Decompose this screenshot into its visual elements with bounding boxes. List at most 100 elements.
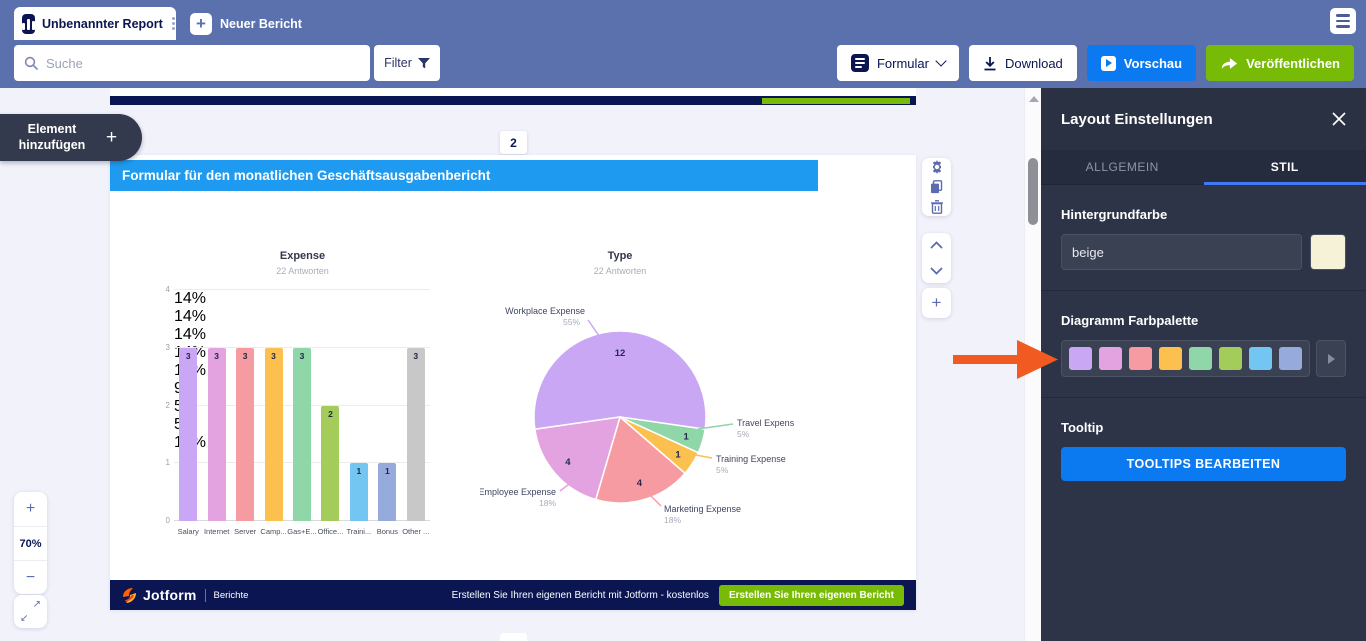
scroll-up-arrow-icon[interactable] bbox=[1029, 96, 1039, 102]
footer-divider bbox=[205, 589, 206, 602]
palette-swatch[interactable] bbox=[1099, 347, 1122, 370]
layout-settings-panel: Layout Einstellungen ALLGEMEIN STIL Hint… bbox=[1041, 88, 1366, 641]
y-axis-tick: 4 bbox=[152, 285, 170, 294]
panel-title: Layout Einstellungen bbox=[1061, 111, 1332, 128]
pie-value-label: 4 bbox=[637, 478, 643, 489]
move-toolbar bbox=[922, 233, 951, 283]
pie-percent-label: 5% bbox=[737, 429, 750, 439]
tab-neuer-bericht[interactable]: + Neuer Bericht bbox=[190, 10, 302, 38]
pie-slice[interactable] bbox=[534, 331, 706, 429]
download-label: Download bbox=[1005, 56, 1063, 71]
report-icon bbox=[22, 14, 35, 34]
tab-allgemein[interactable]: ALLGEMEIN bbox=[1041, 150, 1204, 184]
y-axis-tick: 3 bbox=[152, 343, 170, 352]
search-box bbox=[14, 45, 370, 81]
filter-button[interactable]: Filter bbox=[374, 45, 440, 81]
preview-button[interactable]: Vorschau bbox=[1087, 45, 1196, 81]
divider bbox=[1041, 397, 1366, 398]
palette-next-button[interactable] bbox=[1316, 340, 1346, 377]
palette-swatch[interactable] bbox=[1129, 347, 1152, 370]
share-arrow-icon bbox=[1220, 56, 1238, 71]
pie-slice-label: Employee Expense bbox=[480, 487, 556, 497]
palette-swatch[interactable] bbox=[1069, 347, 1092, 370]
background-color-input[interactable]: beige bbox=[1061, 234, 1302, 270]
pie-chart-svg: 12Workplace Expense55%1Travel Expens5%1T… bbox=[480, 250, 900, 565]
footer-section: Berichte bbox=[214, 590, 249, 601]
bar[interactable]: 3 bbox=[236, 348, 254, 521]
zoom-out-button[interactable]: − bbox=[14, 560, 47, 594]
bar[interactable]: 3 bbox=[179, 348, 197, 521]
palette-swatch[interactable] bbox=[1159, 347, 1182, 370]
footer-cta-button[interactable]: Erstellen Sie Ihren eigenen Bericht bbox=[719, 585, 904, 606]
element-toolbar bbox=[922, 158, 951, 216]
palette-swatch[interactable] bbox=[1219, 347, 1242, 370]
search-input[interactable] bbox=[46, 56, 360, 71]
palette-label: Diagramm Farbpalette bbox=[1061, 313, 1346, 328]
page-number-badge: 2 bbox=[500, 131, 527, 154]
pie-chart[interactable]: Type 22 Antworten 12Workplace Expense55%… bbox=[480, 250, 900, 595]
gridline bbox=[174, 289, 430, 290]
add-element-button[interactable]: Element hinzufügen + bbox=[0, 114, 142, 161]
close-icon[interactable] bbox=[1332, 112, 1346, 126]
search-icon bbox=[24, 56, 38, 70]
pie-slice-label: Training Expense bbox=[716, 454, 786, 464]
zoom-level: 70% bbox=[14, 526, 47, 560]
tab-unbenannter-report[interactable]: Unbenannter Report bbox=[14, 7, 176, 40]
pie-slice-label: Marketing Expense bbox=[664, 504, 741, 514]
bar[interactable]: 1 bbox=[378, 463, 396, 521]
arrow-right-icon bbox=[1328, 354, 1335, 364]
report-page[interactable]: Formular für den monatlichen Geschäftsau… bbox=[110, 155, 916, 610]
expand-icon: ↗ bbox=[33, 599, 41, 610]
bar[interactable]: 3 bbox=[407, 348, 425, 521]
settings-gear-icon[interactable] bbox=[922, 158, 951, 175]
bar-chart-subtitle: 22 Antworten bbox=[150, 266, 455, 276]
move-down-icon[interactable] bbox=[922, 261, 951, 281]
palette-swatch[interactable] bbox=[1249, 347, 1272, 370]
play-icon bbox=[1101, 56, 1116, 71]
menu-hamburger-icon[interactable] bbox=[1330, 8, 1356, 34]
form-select[interactable]: Formular bbox=[837, 45, 959, 81]
pie-value-label: 12 bbox=[615, 348, 626, 359]
background-color-label: Hintergrundfarbe bbox=[1061, 207, 1346, 222]
pie-percent-label: 5% bbox=[716, 465, 729, 475]
bar-chart[interactable]: Expense 22 Antworten 01234314%314%314%31… bbox=[150, 250, 455, 541]
bar-value-label: 1 bbox=[378, 466, 396, 476]
page-title-bar[interactable]: Formular für den monatlichen Geschäftsau… bbox=[110, 160, 818, 191]
bar-value-label: 3 bbox=[179, 351, 197, 361]
footer-promo-text: Erstellen Sie Ihren eigenen Bericht mit … bbox=[452, 590, 709, 601]
expand-icon: ↙ bbox=[20, 613, 28, 624]
bar[interactable]: 1 bbox=[350, 463, 368, 521]
edit-tooltips-button[interactable]: TOOLTIPS BEARBEITEN bbox=[1061, 447, 1346, 481]
tab-label: Neuer Bericht bbox=[220, 17, 302, 31]
download-button[interactable]: Download bbox=[969, 45, 1077, 81]
palette-swatch[interactable] bbox=[1189, 347, 1212, 370]
trash-icon[interactable] bbox=[922, 199, 951, 216]
pie-slice-label: Workplace Expense bbox=[505, 306, 585, 316]
bar[interactable]: 3 bbox=[293, 348, 311, 521]
previous-page-footer-cta bbox=[762, 98, 910, 104]
move-up-icon[interactable] bbox=[922, 235, 951, 255]
fullscreen-button[interactable]: ↗ ↙ bbox=[14, 595, 47, 628]
zoom-controls: + 70% − bbox=[14, 492, 47, 594]
y-axis-tick: 0 bbox=[152, 516, 170, 525]
jotform-logo-icon bbox=[122, 587, 137, 604]
bar[interactable]: 2 bbox=[321, 406, 339, 522]
footer-brand: Jotform bbox=[143, 587, 197, 603]
scrollbar-thumb[interactable] bbox=[1028, 158, 1038, 225]
previous-page-footer-bar bbox=[110, 96, 916, 105]
tab-stil[interactable]: STIL bbox=[1204, 150, 1366, 184]
chart-color-palette[interactable] bbox=[1061, 340, 1310, 377]
palette-swatch[interactable] bbox=[1279, 347, 1302, 370]
add-element-plus-icon[interactable]: + bbox=[922, 293, 951, 313]
tab-menu-dots-icon[interactable] bbox=[172, 17, 175, 30]
duplicate-icon[interactable] bbox=[922, 178, 951, 195]
bar[interactable]: 3 bbox=[265, 348, 283, 521]
download-icon bbox=[983, 56, 997, 71]
bar[interactable]: 3 bbox=[208, 348, 226, 521]
bar-value-label: 3 bbox=[236, 351, 254, 361]
report-page-footer: Jotform Berichte Erstellen Sie Ihren eig… bbox=[110, 580, 916, 610]
publish-button[interactable]: Veröffentlichen bbox=[1206, 45, 1354, 81]
divider bbox=[1041, 290, 1366, 291]
zoom-in-button[interactable]: + bbox=[14, 492, 47, 526]
background-color-swatch[interactable] bbox=[1310, 234, 1346, 270]
